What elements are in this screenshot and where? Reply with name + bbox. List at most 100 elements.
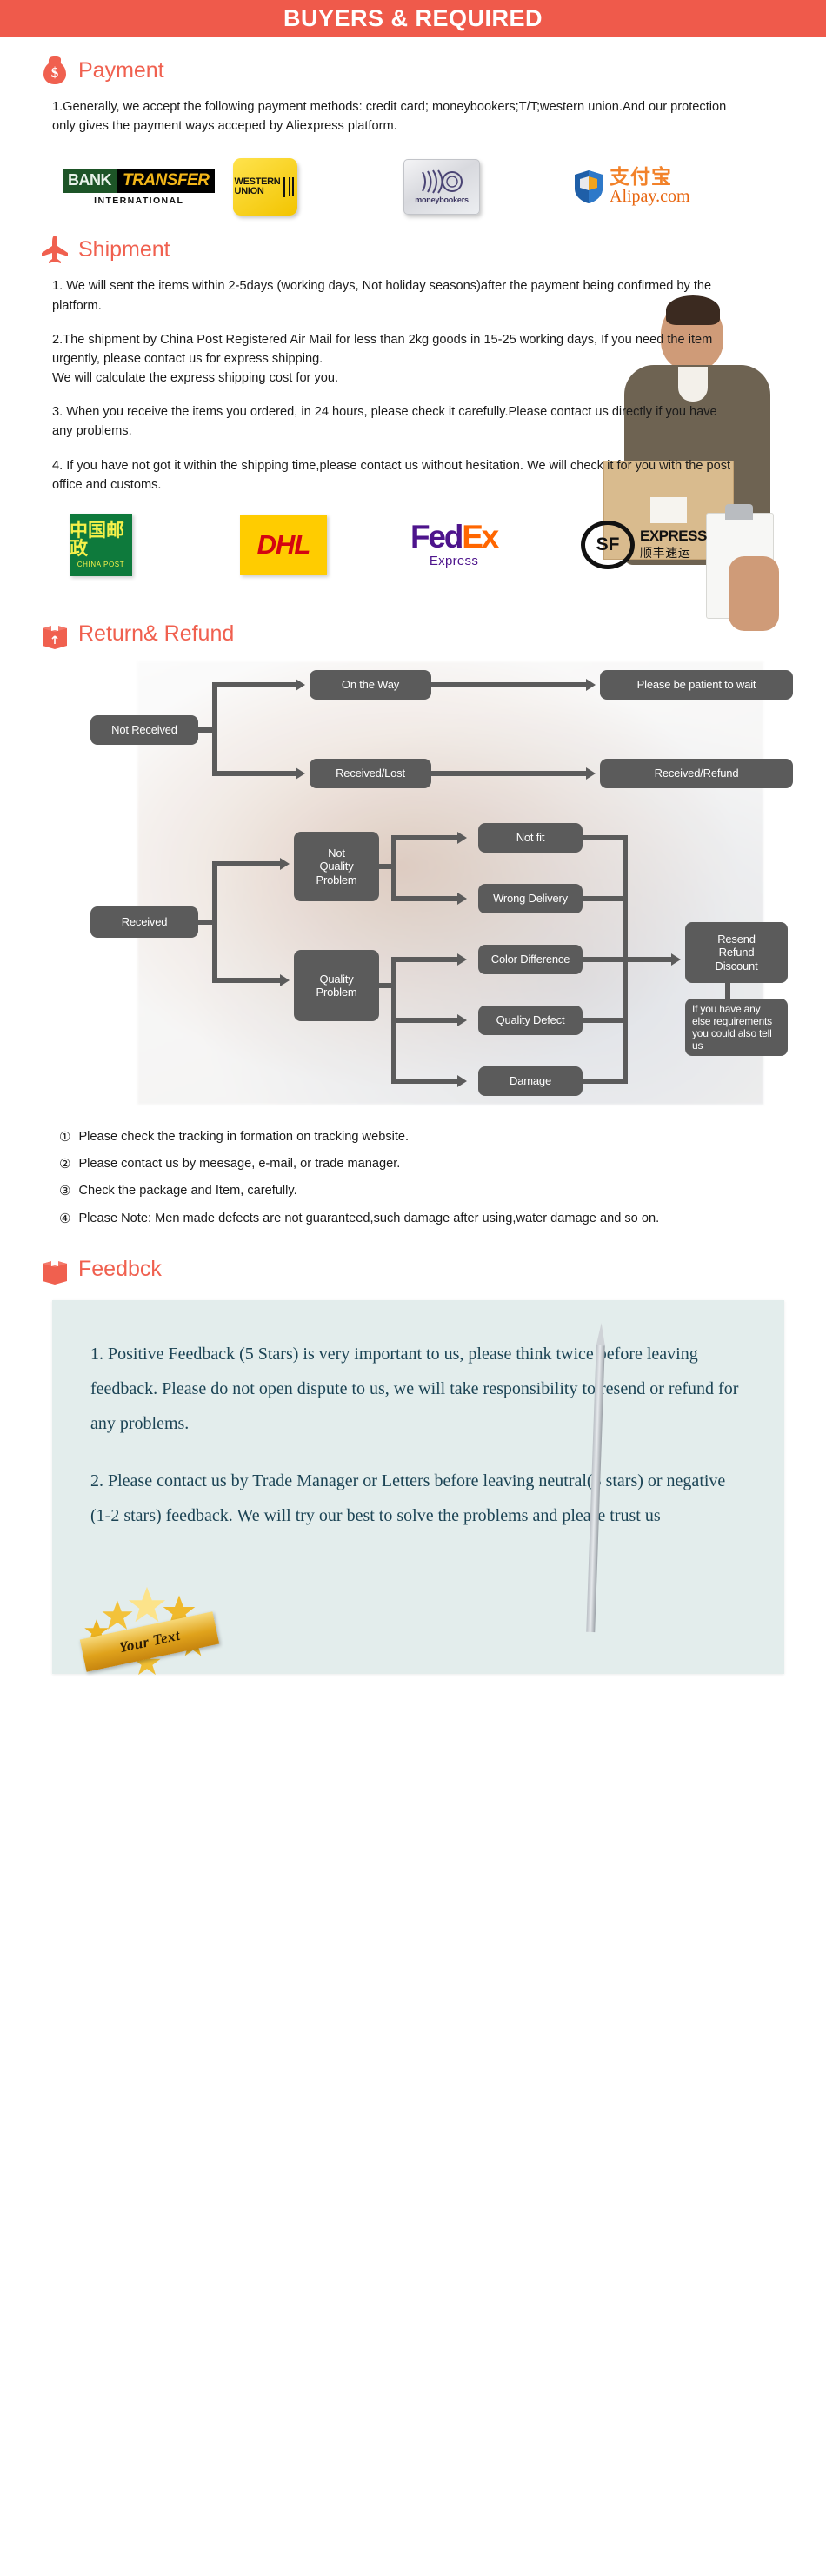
moneybookers-logo: moneybookers bbox=[403, 159, 480, 216]
flow-node-not-fit: Not fit bbox=[478, 822, 583, 853]
shipment-section: Shipment 1. We will sent the items withi… bbox=[0, 235, 826, 632]
flow-edge bbox=[391, 956, 457, 962]
return-box-icon bbox=[40, 620, 70, 649]
flow-arrow bbox=[457, 1013, 467, 1026]
payment-paragraph: 1.Generally, we accept the following pay… bbox=[52, 100, 727, 134]
bank-transfer-logo: BANK TRANSFER INTERNATIONAL bbox=[63, 168, 216, 206]
moneybookers-waves-icon bbox=[422, 169, 463, 194]
china-post-logo: 中国邮政 CHINA POST bbox=[70, 513, 132, 576]
alipay-domain: Alipay.com bbox=[610, 187, 690, 207]
note-text: Check the package and Item, carefully. bbox=[78, 1184, 297, 1198]
moneybookers-wordmark: moneybookers bbox=[415, 196, 469, 205]
sf-express-logo: SF EXPRESS 顺丰速运 bbox=[581, 520, 707, 569]
flow-arrow bbox=[586, 767, 596, 780]
flow-arrow bbox=[296, 767, 305, 780]
flow-edge bbox=[583, 956, 671, 962]
carrier-logo-cell: 中国邮政 CHINA POST bbox=[70, 513, 240, 576]
flowchart-background-photo bbox=[137, 661, 763, 1105]
return-refund-notes: ① Please check the tracking in formation… bbox=[59, 1127, 793, 1229]
flow-node-not-received: Not Received bbox=[90, 714, 198, 745]
feedback-paragraph-1: 1. Positive Feedback (5 Stars) is very i… bbox=[90, 1344, 739, 1433]
flow-arrow bbox=[457, 831, 467, 844]
china-post-chinese: 中国邮政 bbox=[70, 519, 124, 559]
flow-arrow bbox=[586, 678, 596, 691]
flow-node-not-quality-problem: Not Quality Problem bbox=[294, 831, 379, 901]
flow-edge bbox=[391, 1017, 457, 1023]
flow-arrow bbox=[457, 953, 467, 966]
note-item: ② Please contact us by meesage, e-mail, … bbox=[59, 1154, 793, 1174]
payment-logo-cell: moneybookers bbox=[403, 159, 574, 216]
flow-edge bbox=[212, 681, 296, 687]
payment-logos: BANK TRANSFER INTERNATIONAL WESTERN UNIO… bbox=[63, 158, 793, 216]
flow-edge bbox=[583, 834, 628, 840]
alipay-chinese-wordmark: 支付宝 bbox=[610, 166, 672, 189]
note-marker: ② bbox=[59, 1157, 71, 1172]
note-item: ① Please check the tracking in formation… bbox=[59, 1127, 793, 1147]
flow-edge bbox=[212, 770, 296, 776]
bank-transfer-word3: INTERNATIONAL bbox=[94, 195, 184, 206]
note-text: Please contact us by meesage, e-mail, or… bbox=[78, 1157, 401, 1172]
note-item: ③ Check the package and Item, carefully. bbox=[59, 1181, 793, 1201]
shipment-paragraph-2: 2.The shipment by China Post Registered … bbox=[52, 332, 713, 386]
shipment-heading: Shipment bbox=[40, 235, 793, 264]
flow-node-resend-refund-discount: Resend Refund Discount bbox=[685, 921, 788, 983]
flow-edge bbox=[583, 1078, 628, 1084]
payment-section: $ Payment 1.Generally, we accept the fol… bbox=[0, 56, 826, 216]
shipment-paragraph-1: 1. We will sent the items within 2-5days… bbox=[52, 279, 712, 313]
note-marker: ④ bbox=[59, 1211, 71, 1226]
flow-edge bbox=[583, 1017, 628, 1023]
fedex-ex: Ex bbox=[462, 519, 499, 555]
note-marker: ① bbox=[59, 1129, 71, 1145]
shipment-paragraphs: 1. We will sent the items within 2-5days… bbox=[52, 276, 739, 495]
bank-transfer-word1: BANK bbox=[63, 168, 117, 193]
flow-edge bbox=[391, 834, 396, 899]
sf-express-word: EXPRESS bbox=[640, 527, 707, 544]
western-union-logo: WESTERN UNION bbox=[233, 158, 297, 216]
feedback-panel: 1. Positive Feedback (5 Stars) is very i… bbox=[52, 1299, 784, 1676]
flow-edge bbox=[212, 977, 280, 983]
dhl-logo: DHL bbox=[240, 514, 327, 575]
flow-node-wrong-delivery: Wrong Delivery bbox=[478, 883, 583, 913]
your-text-star-badge: Your Text bbox=[79, 1580, 221, 1681]
shipment-paragraph-3: 3. When you receive the items you ordere… bbox=[52, 405, 717, 439]
carrier-logo-cell: FedEx Express bbox=[410, 521, 581, 568]
alipay-shield-icon bbox=[574, 169, 603, 204]
flow-arrow bbox=[280, 973, 290, 986]
flow-edge bbox=[431, 770, 586, 776]
fedex-fed: Fed bbox=[410, 519, 463, 555]
shipment-heading-label: Shipment bbox=[78, 236, 170, 262]
payment-logo-cell: WESTERN UNION bbox=[233, 158, 403, 216]
flow-node-color-difference: Color Difference bbox=[478, 944, 583, 974]
flow-edge bbox=[583, 895, 628, 901]
flow-node-received: Received bbox=[90, 906, 198, 938]
flow-node-received-refund: Received/Refund bbox=[600, 758, 793, 788]
airplane-icon bbox=[40, 235, 70, 264]
return-refund-flowchart: Not Received On the Way Please be patien… bbox=[33, 661, 793, 1113]
feedback-heading-label: Feedbck bbox=[78, 1257, 162, 1282]
alipay-logo: 支付宝 Alipay.com bbox=[574, 168, 690, 206]
sf-chinese-word: 顺丰速运 bbox=[640, 546, 691, 561]
payment-logo-cell: 支付宝 Alipay.com bbox=[574, 168, 744, 206]
flow-node-patient: Please be patient to wait bbox=[600, 669, 793, 700]
flow-node-damage: Damage bbox=[478, 1066, 583, 1096]
carrier-logo-cell: SF EXPRESS 顺丰速运 bbox=[581, 520, 751, 569]
flow-arrow bbox=[457, 892, 467, 905]
flow-node-else-requirements: If you have any else requirements you co… bbox=[685, 998, 788, 1056]
flow-arrow bbox=[296, 678, 305, 691]
wu-bars-icon bbox=[288, 177, 296, 197]
flow-edge bbox=[212, 860, 217, 983]
shipping-carrier-logos: 中国邮政 CHINA POST DHL FedEx Express SF EXP… bbox=[70, 513, 793, 576]
flow-edge bbox=[391, 895, 457, 901]
page-header-banner: BUYERS & REQUIRED bbox=[0, 0, 826, 37]
flow-edge bbox=[431, 681, 586, 687]
sf-monogram: SF bbox=[581, 520, 635, 569]
fedex-logo: FedEx Express bbox=[410, 519, 499, 568]
flow-node-on-the-way: On the Way bbox=[310, 669, 431, 700]
flow-edge bbox=[391, 1078, 457, 1084]
bank-transfer-word2: TRANSFER bbox=[117, 168, 216, 193]
shipment-paragraph-4: 4. If you have not got it within the shi… bbox=[52, 458, 731, 492]
flow-node-quality-problem: Quality Problem bbox=[294, 949, 379, 1021]
flow-arrow bbox=[457, 1074, 467, 1087]
note-item: ④ Please Note: Men made defects are not … bbox=[59, 1209, 793, 1229]
carrier-logo-cell: DHL bbox=[240, 514, 410, 575]
